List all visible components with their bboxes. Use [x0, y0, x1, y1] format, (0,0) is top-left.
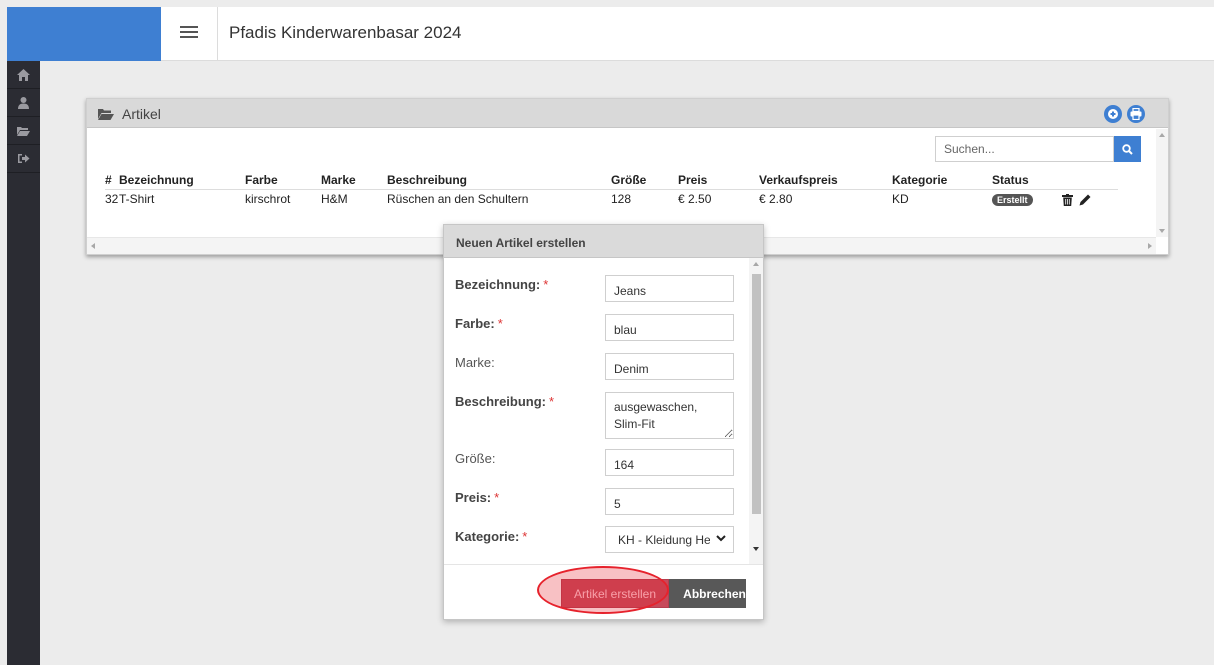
dialog-title: Neuen Artikel erstellen — [444, 225, 763, 258]
label-bezeichnung: Bezeichnung: * — [455, 277, 549, 292]
chevron-down-icon — [716, 535, 726, 542]
farbe-input[interactable] — [605, 314, 734, 341]
dialog-body: Bezeichnung:* Farbe:* Marke: Beschreibun… — [444, 258, 749, 564]
cell-groesse: 128 — [611, 192, 632, 206]
panel-title: Artikel — [122, 106, 161, 122]
top-bar: Pfadis Kinderwarenbasar 2024 — [161, 7, 1214, 61]
label-beschreibung: Beschreibung: * — [455, 394, 555, 409]
column-header-nr[interactable]: # — [105, 172, 119, 190]
cell-beschreibung: Rüschen an den Schultern — [387, 192, 529, 206]
groesse-input[interactable] — [605, 449, 734, 476]
label-kategorie: Kategorie: * — [455, 529, 528, 544]
user-icon — [18, 96, 29, 109]
status-badge: Erstellt — [992, 194, 1033, 206]
sidebar — [7, 61, 40, 665]
label-preis: Preis: * — [455, 490, 500, 505]
cell-preis: € 2.50 — [678, 192, 712, 206]
cell-farbe: kirschrot — [245, 192, 291, 206]
preis-input[interactable] — [605, 488, 734, 515]
column-header-beschreibung[interactable]: Beschreibung — [387, 172, 611, 190]
cell-kategorie: KD — [892, 192, 909, 206]
marke-input[interactable] — [605, 353, 734, 380]
column-header-status[interactable]: Status — [992, 172, 1048, 190]
column-header-marke[interactable]: Marke — [321, 172, 387, 190]
cell-marke: H&M — [321, 192, 348, 206]
folder-open-icon — [17, 126, 30, 136]
create-article-button[interactable]: Artikel erstellen — [561, 579, 669, 608]
label-groesse: Größe: — [455, 451, 496, 466]
brand-block — [7, 7, 161, 61]
sidebar-item-user[interactable] — [7, 89, 40, 117]
search-button[interactable] — [1114, 136, 1141, 162]
sign-out-icon — [17, 154, 29, 163]
column-header-verkaufspreis[interactable]: Verkaufspreis — [759, 172, 892, 190]
add-article-button[interactable] — [1104, 105, 1122, 123]
header-divider — [217, 7, 218, 61]
trash-icon[interactable] — [1062, 193, 1073, 206]
table-row[interactable]: 32 T-Shirt kirschrot H&M Rüschen an den … — [105, 190, 1118, 209]
label-marke: Marke: — [455, 355, 495, 370]
table-header-row: # Bezeichnung Farbe Marke Beschreibung G… — [105, 172, 1118, 190]
dialog-footer: Artikel erstellen Abbrechen — [444, 564, 763, 619]
home-icon — [17, 68, 30, 81]
cell-actions — [1048, 190, 1118, 209]
app-title: Pfadis Kinderwarenbasar 2024 — [229, 23, 462, 42]
kategorie-select[interactable]: KH - Kleidung Herren — [605, 526, 734, 553]
cell-verkaufspreis: € 2.80 — [759, 192, 793, 206]
column-header-kategorie[interactable]: Kategorie — [892, 172, 992, 190]
articles-table: # Bezeichnung Farbe Marke Beschreibung G… — [105, 172, 1118, 208]
bezeichnung-input[interactable] — [605, 275, 734, 302]
beschreibung-textarea[interactable]: ausgewaschen, Slim-Fit — [605, 392, 734, 439]
column-header-groesse[interactable]: Größe — [611, 172, 678, 190]
sidebar-item-logout[interactable] — [7, 145, 40, 173]
column-header-farbe[interactable]: Farbe — [245, 172, 321, 190]
cancel-button[interactable]: Abbrechen — [669, 579, 746, 608]
cell-bezeichnung: T-Shirt — [119, 192, 155, 206]
print-button[interactable] — [1127, 105, 1145, 123]
search-icon — [1122, 143, 1133, 155]
hamburger-menu-icon[interactable] — [180, 23, 198, 43]
panel-header: Artikel — [87, 99, 1168, 128]
label-farbe: Farbe: * — [455, 316, 503, 331]
dialog-scrollbar-thumb[interactable] — [752, 274, 761, 514]
sidebar-item-articles[interactable] — [7, 117, 40, 145]
column-header-bezeichnung[interactable]: Bezeichnung — [119, 172, 245, 190]
panel-vertical-scrollbar[interactable] — [1156, 129, 1168, 237]
pencil-icon[interactable] — [1079, 194, 1091, 206]
column-header-preis[interactable]: Preis — [678, 172, 759, 190]
create-article-dialog: Neuen Artikel erstellen Bezeichnung:* Fa… — [443, 224, 764, 620]
column-header-actions — [1048, 172, 1118, 190]
cell-status: Erstellt — [992, 190, 1048, 209]
folder-open-icon — [98, 109, 114, 120]
print-icon — [1130, 108, 1142, 120]
dialog-scrollbar[interactable] — [749, 258, 763, 564]
sidebar-item-home[interactable] — [7, 61, 40, 89]
plus-circle-icon — [1108, 109, 1118, 119]
search-input[interactable] — [935, 136, 1114, 162]
kategorie-selected-value: KH - Kleidung Herren — [618, 533, 710, 547]
cell-nr: 32 — [105, 192, 119, 206]
